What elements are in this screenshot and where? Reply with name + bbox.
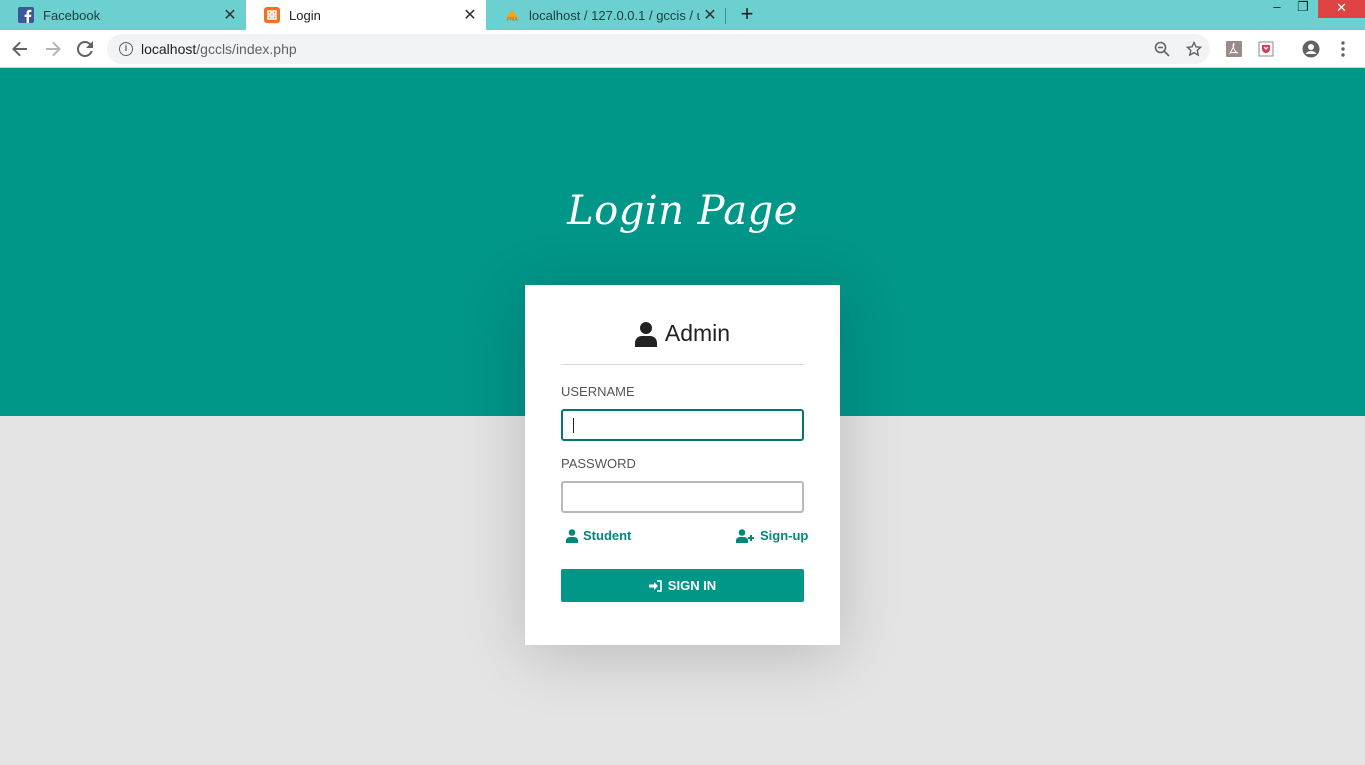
tab-facebook[interactable]: Facebook ✕ (0, 0, 246, 30)
restore-button[interactable]: ❐ (1289, 0, 1317, 18)
xampp-icon (264, 7, 280, 23)
sign-in-label: SIGN IN (667, 578, 717, 593)
student-link[interactable]: Student (566, 528, 631, 543)
new-tab-button[interactable]: + (736, 3, 758, 25)
password-label: PASSWORD (561, 456, 636, 471)
signup-link[interactable]: Sign-up (736, 528, 808, 543)
facebook-icon (18, 7, 34, 23)
text-caret (573, 418, 574, 433)
pdf-extension-icon[interactable] (1224, 39, 1244, 59)
signup-link-label: Sign-up (760, 528, 809, 543)
tab-title: Login (289, 7, 321, 23)
page-title: Login Page (567, 188, 798, 234)
user-plus-icon (736, 528, 754, 543)
tab-login[interactable]: Login ✕ (246, 0, 486, 30)
username-label: USERNAME (561, 384, 635, 399)
user-icon (566, 528, 578, 543)
sign-in-button[interactable]: SIGN IN (561, 569, 804, 602)
tab-strip: Facebook ✕ Login ✕ PMA localhost / 127.0… (0, 0, 1365, 30)
tab-phpmyadmin[interactable]: PMA localhost / 127.0.0.1 / gccis / use … (486, 0, 726, 30)
minimize-button[interactable]: – (1263, 0, 1291, 18)
phpmyadmin-icon: PMA (504, 7, 520, 23)
url-host: localhost (141, 41, 197, 57)
window-close-button[interactable]: ✕ (1318, 0, 1365, 18)
browser-toolbar: i localhost/gccls/index.php (0, 30, 1365, 68)
tab-separator (725, 8, 726, 24)
tab-title: Facebook (43, 7, 101, 23)
username-input[interactable] (561, 409, 804, 441)
pocket-extension-icon[interactable] (1256, 39, 1276, 59)
url-path: /gccls/index.php (196, 41, 297, 57)
menu-kebab-icon[interactable] (1333, 39, 1353, 59)
close-icon[interactable]: ✕ (700, 5, 720, 25)
bookmark-star-icon[interactable] (1184, 39, 1204, 59)
user-icon (634, 322, 657, 347)
tab-title: localhost / 127.0.0.1 / gccis / use (529, 7, 700, 23)
account-icon[interactable] (1301, 39, 1321, 59)
card-header: Admin (561, 317, 804, 365)
sign-in-icon (648, 579, 662, 592)
forward-icon[interactable] (43, 39, 63, 59)
close-icon[interactable]: ✕ (460, 5, 480, 25)
svg-text:PMA: PMA (507, 17, 518, 23)
back-icon[interactable] (10, 39, 30, 59)
student-link-label: Student (583, 528, 632, 543)
info-icon[interactable]: i (119, 42, 133, 56)
password-input[interactable] (561, 481, 804, 513)
reload-icon[interactable] (75, 39, 95, 59)
zoom-icon[interactable] (1152, 39, 1172, 59)
page-content: Login Page Admin USERNAME PASSWORD Stude… (0, 68, 1365, 765)
close-icon[interactable]: ✕ (220, 5, 240, 25)
login-card: Admin USERNAME PASSWORD Student Sign-up … (525, 285, 840, 645)
card-heading: Admin (664, 320, 731, 346)
address-bar[interactable]: i localhost/gccls/index.php (107, 34, 1210, 64)
